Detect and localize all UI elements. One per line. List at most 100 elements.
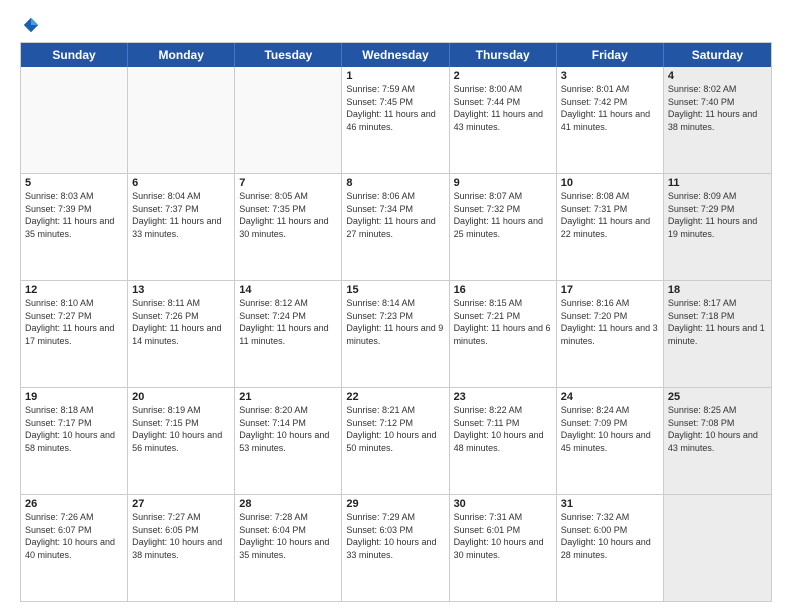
calendar-row-1: 5Sunrise: 8:03 AMSunset: 7:39 PMDaylight…	[21, 173, 771, 280]
day-info: Sunrise: 7:59 AMSunset: 7:45 PMDaylight:…	[346, 83, 444, 133]
day-info: Sunrise: 8:25 AMSunset: 7:08 PMDaylight:…	[668, 404, 767, 454]
calendar-cell: 13Sunrise: 8:11 AMSunset: 7:26 PMDayligh…	[128, 281, 235, 387]
calendar-cell	[664, 495, 771, 601]
calendar-body: 1Sunrise: 7:59 AMSunset: 7:45 PMDaylight…	[21, 67, 771, 601]
day-number: 26	[25, 498, 123, 510]
day-info: Sunrise: 7:28 AMSunset: 6:04 PMDaylight:…	[239, 511, 337, 561]
day-number: 29	[346, 498, 444, 510]
calendar-cell: 3Sunrise: 8:01 AMSunset: 7:42 PMDaylight…	[557, 67, 664, 173]
calendar-cell: 11Sunrise: 8:09 AMSunset: 7:29 PMDayligh…	[664, 174, 771, 280]
calendar-cell: 5Sunrise: 8:03 AMSunset: 7:39 PMDaylight…	[21, 174, 128, 280]
day-number: 31	[561, 498, 659, 510]
calendar-cell: 20Sunrise: 8:19 AMSunset: 7:15 PMDayligh…	[128, 388, 235, 494]
day-info: Sunrise: 7:26 AMSunset: 6:07 PMDaylight:…	[25, 511, 123, 561]
day-number: 3	[561, 70, 659, 82]
calendar-row-4: 26Sunrise: 7:26 AMSunset: 6:07 PMDayligh…	[21, 494, 771, 601]
logo	[20, 16, 40, 34]
day-info: Sunrise: 8:06 AMSunset: 7:34 PMDaylight:…	[346, 190, 444, 240]
calendar-cell: 28Sunrise: 7:28 AMSunset: 6:04 PMDayligh…	[235, 495, 342, 601]
day-number: 8	[346, 177, 444, 189]
calendar-cell: 7Sunrise: 8:05 AMSunset: 7:35 PMDaylight…	[235, 174, 342, 280]
calendar-cell: 1Sunrise: 7:59 AMSunset: 7:45 PMDaylight…	[342, 67, 449, 173]
day-number: 23	[454, 391, 552, 403]
calendar-cell: 9Sunrise: 8:07 AMSunset: 7:32 PMDaylight…	[450, 174, 557, 280]
calendar-cell: 4Sunrise: 8:02 AMSunset: 7:40 PMDaylight…	[664, 67, 771, 173]
day-info: Sunrise: 8:20 AMSunset: 7:14 PMDaylight:…	[239, 404, 337, 454]
day-number: 13	[132, 284, 230, 296]
day-number: 19	[25, 391, 123, 403]
day-info: Sunrise: 8:00 AMSunset: 7:44 PMDaylight:…	[454, 83, 552, 133]
day-info: Sunrise: 8:07 AMSunset: 7:32 PMDaylight:…	[454, 190, 552, 240]
calendar-cell: 29Sunrise: 7:29 AMSunset: 6:03 PMDayligh…	[342, 495, 449, 601]
day-number: 17	[561, 284, 659, 296]
day-info: Sunrise: 8:24 AMSunset: 7:09 PMDaylight:…	[561, 404, 659, 454]
calendar-cell: 8Sunrise: 8:06 AMSunset: 7:34 PMDaylight…	[342, 174, 449, 280]
day-info: Sunrise: 8:01 AMSunset: 7:42 PMDaylight:…	[561, 83, 659, 133]
calendar-cell: 31Sunrise: 7:32 AMSunset: 6:00 PMDayligh…	[557, 495, 664, 601]
day-info: Sunrise: 8:15 AMSunset: 7:21 PMDaylight:…	[454, 297, 552, 347]
calendar-cell: 24Sunrise: 8:24 AMSunset: 7:09 PMDayligh…	[557, 388, 664, 494]
day-number: 18	[668, 284, 767, 296]
header-day-sunday: Sunday	[21, 43, 128, 67]
calendar-cell: 22Sunrise: 8:21 AMSunset: 7:12 PMDayligh…	[342, 388, 449, 494]
day-info: Sunrise: 8:08 AMSunset: 7:31 PMDaylight:…	[561, 190, 659, 240]
calendar-cell: 10Sunrise: 8:08 AMSunset: 7:31 PMDayligh…	[557, 174, 664, 280]
day-info: Sunrise: 8:11 AMSunset: 7:26 PMDaylight:…	[132, 297, 230, 347]
calendar-cell	[235, 67, 342, 173]
header-day-thursday: Thursday	[450, 43, 557, 67]
calendar-cell	[21, 67, 128, 173]
day-info: Sunrise: 8:05 AMSunset: 7:35 PMDaylight:…	[239, 190, 337, 240]
calendar-cell: 2Sunrise: 8:00 AMSunset: 7:44 PMDaylight…	[450, 67, 557, 173]
day-info: Sunrise: 8:12 AMSunset: 7:24 PMDaylight:…	[239, 297, 337, 347]
day-info: Sunrise: 8:21 AMSunset: 7:12 PMDaylight:…	[346, 404, 444, 454]
header	[20, 16, 772, 34]
day-info: Sunrise: 8:04 AMSunset: 7:37 PMDaylight:…	[132, 190, 230, 240]
day-info: Sunrise: 8:19 AMSunset: 7:15 PMDaylight:…	[132, 404, 230, 454]
day-number: 11	[668, 177, 767, 189]
calendar-cell: 12Sunrise: 8:10 AMSunset: 7:27 PMDayligh…	[21, 281, 128, 387]
day-number: 27	[132, 498, 230, 510]
day-number: 2	[454, 70, 552, 82]
day-info: Sunrise: 7:27 AMSunset: 6:05 PMDaylight:…	[132, 511, 230, 561]
calendar-cell: 16Sunrise: 8:15 AMSunset: 7:21 PMDayligh…	[450, 281, 557, 387]
calendar: SundayMondayTuesdayWednesdayThursdayFrid…	[20, 42, 772, 602]
day-info: Sunrise: 8:09 AMSunset: 7:29 PMDaylight:…	[668, 190, 767, 240]
day-number: 25	[668, 391, 767, 403]
calendar-cell: 25Sunrise: 8:25 AMSunset: 7:08 PMDayligh…	[664, 388, 771, 494]
day-number: 16	[454, 284, 552, 296]
day-number: 28	[239, 498, 337, 510]
day-info: Sunrise: 8:17 AMSunset: 7:18 PMDaylight:…	[668, 297, 767, 347]
header-day-wednesday: Wednesday	[342, 43, 449, 67]
day-info: Sunrise: 7:29 AMSunset: 6:03 PMDaylight:…	[346, 511, 444, 561]
day-info: Sunrise: 8:10 AMSunset: 7:27 PMDaylight:…	[25, 297, 123, 347]
day-number: 21	[239, 391, 337, 403]
day-number: 6	[132, 177, 230, 189]
calendar-cell: 17Sunrise: 8:16 AMSunset: 7:20 PMDayligh…	[557, 281, 664, 387]
calendar-cell: 23Sunrise: 8:22 AMSunset: 7:11 PMDayligh…	[450, 388, 557, 494]
header-day-friday: Friday	[557, 43, 664, 67]
calendar-cell: 18Sunrise: 8:17 AMSunset: 7:18 PMDayligh…	[664, 281, 771, 387]
day-number: 7	[239, 177, 337, 189]
header-day-tuesday: Tuesday	[235, 43, 342, 67]
day-info: Sunrise: 8:16 AMSunset: 7:20 PMDaylight:…	[561, 297, 659, 347]
day-info: Sunrise: 8:02 AMSunset: 7:40 PMDaylight:…	[668, 83, 767, 133]
day-info: Sunrise: 7:31 AMSunset: 6:01 PMDaylight:…	[454, 511, 552, 561]
calendar-cell: 6Sunrise: 8:04 AMSunset: 7:37 PMDaylight…	[128, 174, 235, 280]
day-number: 9	[454, 177, 552, 189]
calendar-cell: 30Sunrise: 7:31 AMSunset: 6:01 PMDayligh…	[450, 495, 557, 601]
day-info: Sunrise: 8:22 AMSunset: 7:11 PMDaylight:…	[454, 404, 552, 454]
day-number: 20	[132, 391, 230, 403]
day-number: 24	[561, 391, 659, 403]
day-number: 10	[561, 177, 659, 189]
day-number: 1	[346, 70, 444, 82]
logo-icon	[22, 16, 40, 34]
calendar-cell: 27Sunrise: 7:27 AMSunset: 6:05 PMDayligh…	[128, 495, 235, 601]
page: SundayMondayTuesdayWednesdayThursdayFrid…	[0, 0, 792, 612]
calendar-row-0: 1Sunrise: 7:59 AMSunset: 7:45 PMDaylight…	[21, 67, 771, 173]
calendar-cell: 14Sunrise: 8:12 AMSunset: 7:24 PMDayligh…	[235, 281, 342, 387]
header-day-monday: Monday	[128, 43, 235, 67]
day-info: Sunrise: 8:18 AMSunset: 7:17 PMDaylight:…	[25, 404, 123, 454]
calendar-cell: 19Sunrise: 8:18 AMSunset: 7:17 PMDayligh…	[21, 388, 128, 494]
day-number: 30	[454, 498, 552, 510]
calendar-cell: 15Sunrise: 8:14 AMSunset: 7:23 PMDayligh…	[342, 281, 449, 387]
